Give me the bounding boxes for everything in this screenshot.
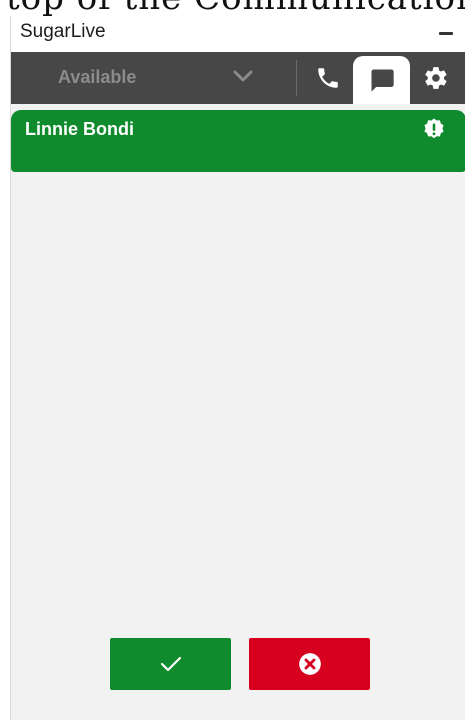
call-actions — [11, 636, 465, 696]
background-document-text: top of the Communication pa — [0, 0, 465, 16]
background-doc-heading: top of the Communication pa — [6, 0, 465, 16]
phone-icon — [318, 68, 338, 88]
active-contact-tab[interactable]: Linnie Bondi — [11, 110, 465, 172]
chat-icon — [371, 69, 394, 92]
chat-tab[interactable] — [353, 56, 410, 104]
status-dropdown[interactable]: Available — [11, 52, 296, 104]
sugarlive-panel: SugarLive Available Linnie Bondi — [10, 16, 465, 720]
minimize-button[interactable] — [434, 20, 458, 46]
app-title: SugarLive — [20, 21, 106, 42]
alert-badge-icon — [424, 118, 444, 139]
title-bar: SugarLive — [11, 16, 465, 52]
decline-button[interactable] — [249, 638, 370, 690]
close-circle-icon — [298, 653, 321, 675]
checkmark-icon — [160, 656, 181, 672]
gear-icon — [425, 67, 447, 89]
status-label: Available — [58, 67, 137, 87]
phone-tab[interactable] — [306, 52, 350, 104]
accept-button[interactable] — [110, 638, 231, 690]
settings-tab[interactable] — [414, 52, 458, 104]
contact-name: Linnie Bondi — [25, 119, 134, 139]
toolbar: Available — [11, 52, 465, 104]
chevron-down-icon — [233, 70, 253, 82]
toolbar-divider — [296, 60, 297, 96]
minimize-icon — [439, 31, 453, 35]
